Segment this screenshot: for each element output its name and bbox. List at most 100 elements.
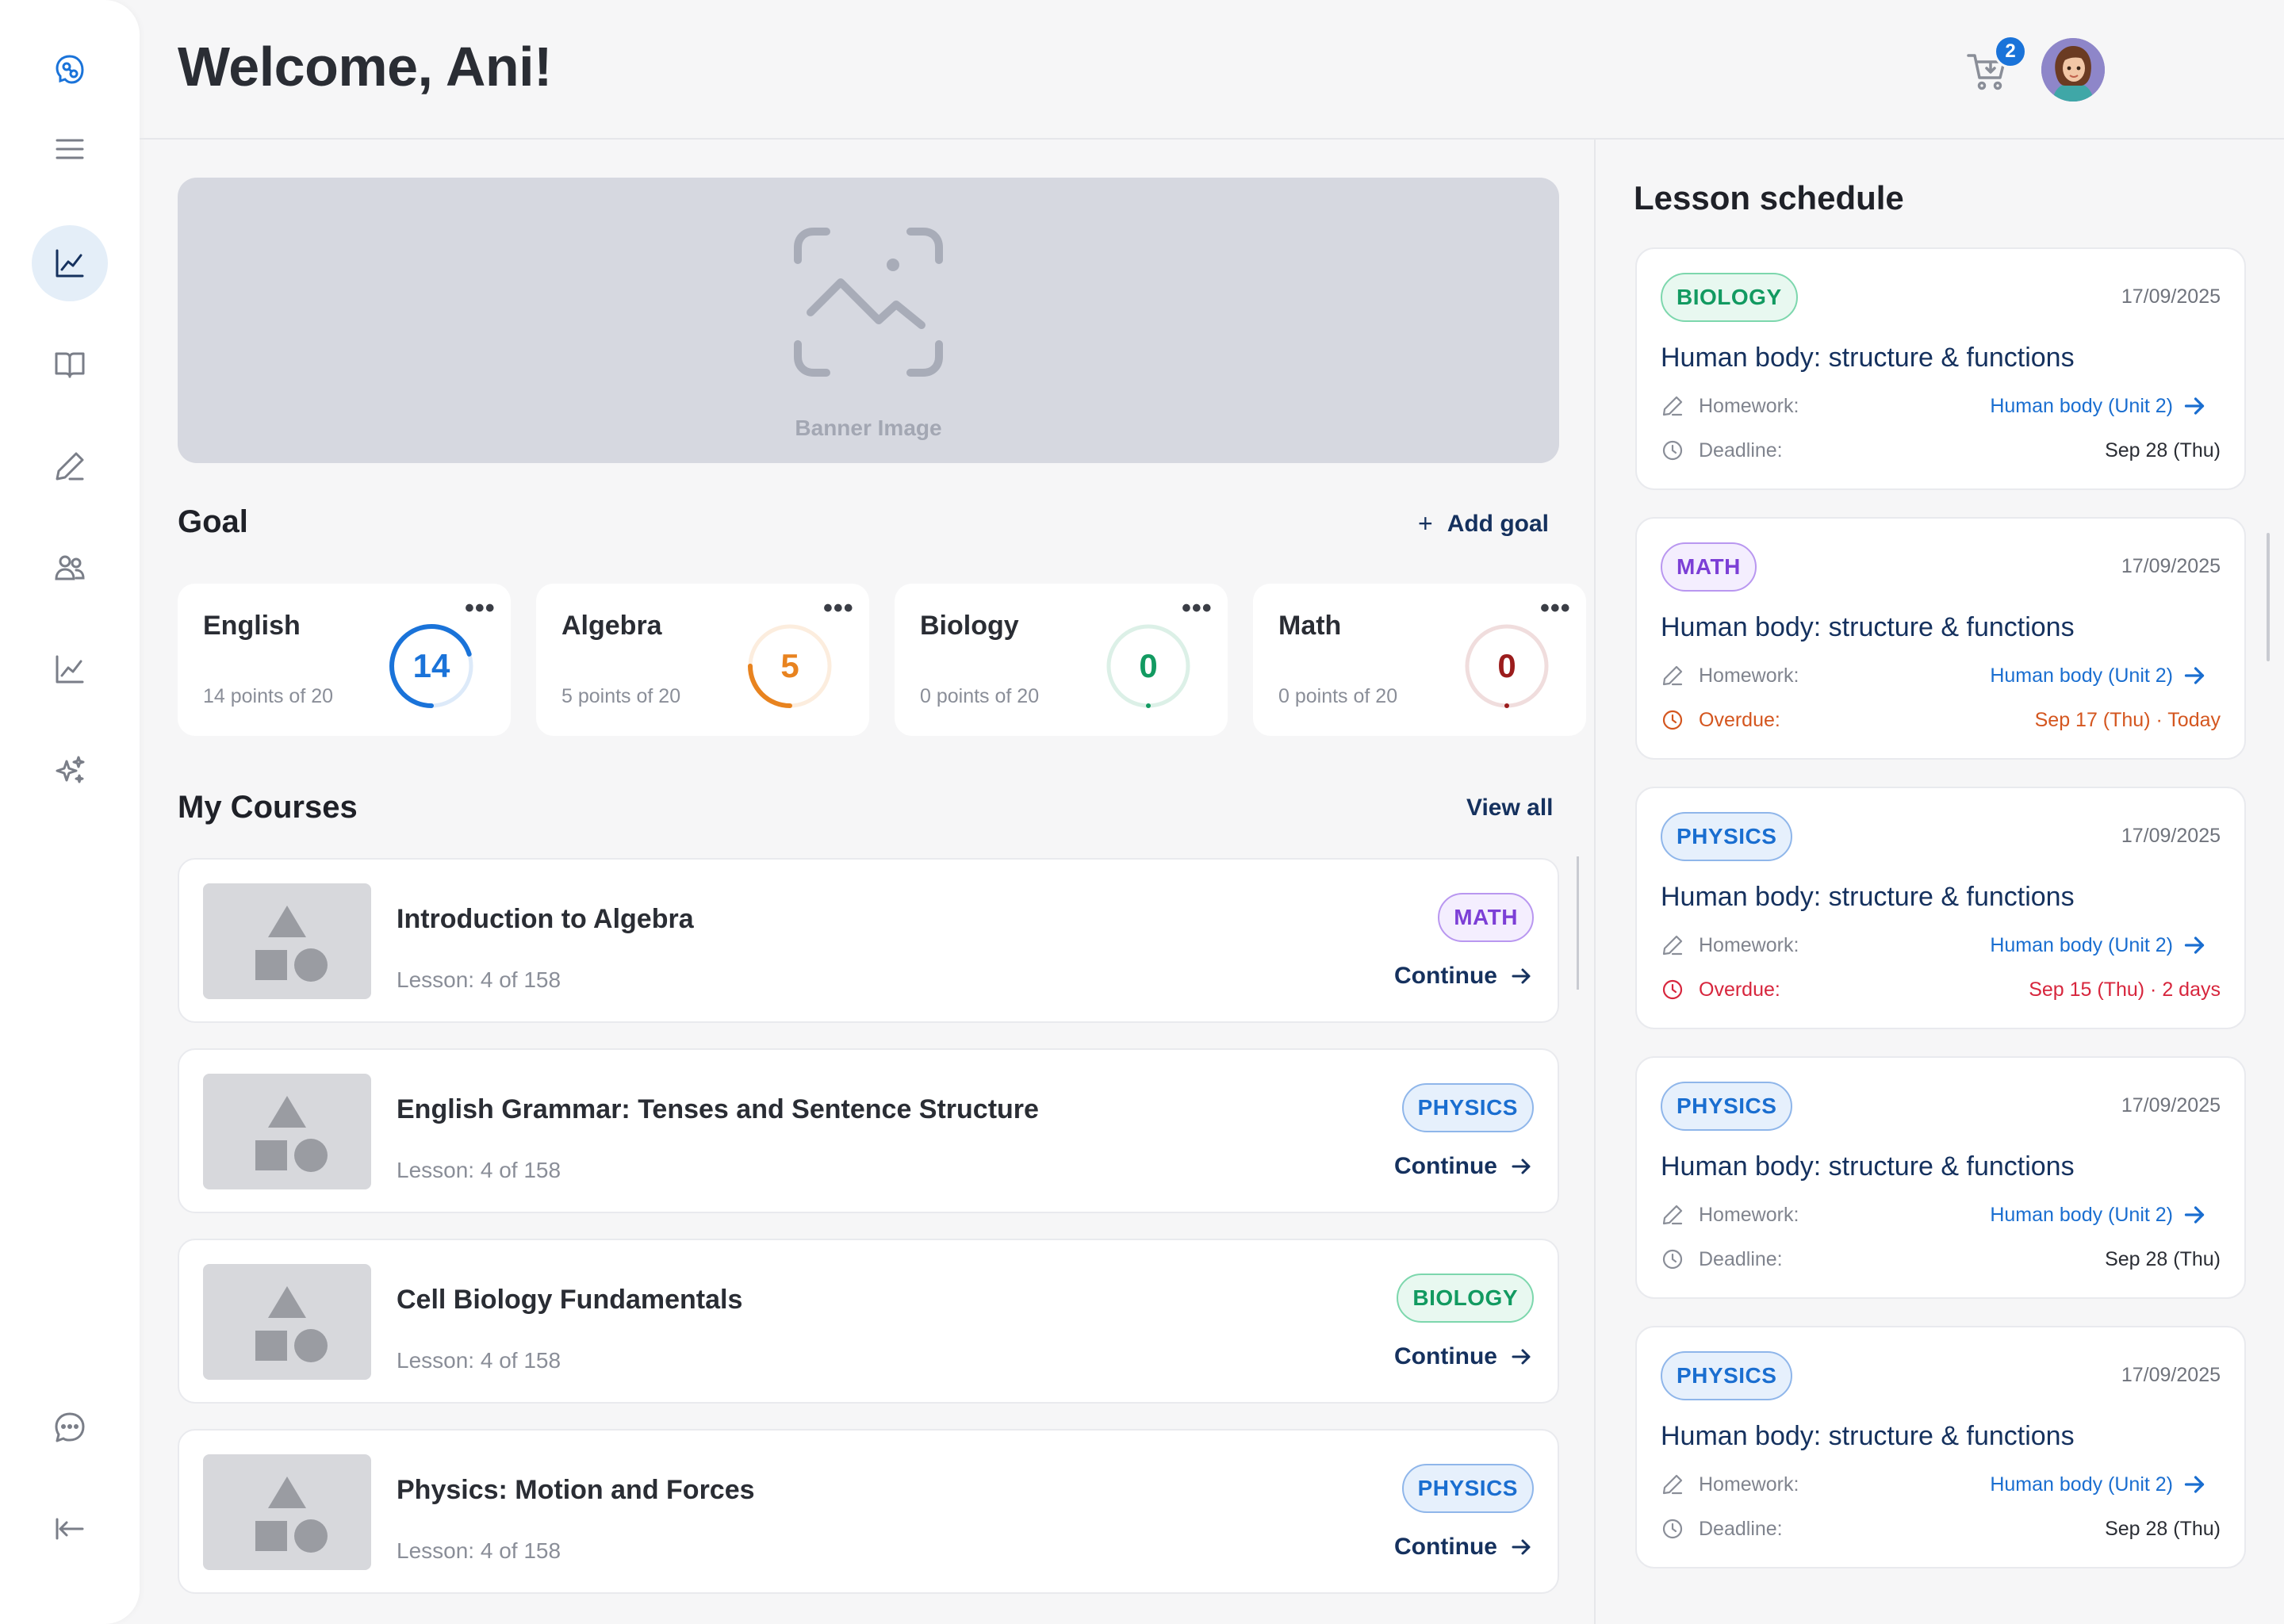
continue-button[interactable]: Continue: [1394, 1534, 1532, 1561]
course-title[interactable]: English Grammar: Tenses and Sentence Str…: [397, 1094, 1039, 1125]
arrow-right-icon: [2184, 397, 2205, 415]
banner-label: Banner Image: [795, 416, 942, 440]
pencil-icon: [1662, 396, 1683, 416]
course-lesson-progress: Lesson: 4 of 158: [397, 1158, 561, 1182]
collapse-icon[interactable]: [32, 1491, 108, 1567]
course-card[interactable]: English Grammar: Tenses and Sentence Str…: [178, 1048, 1559, 1213]
status-label: Overdue:: [1699, 978, 1780, 1001]
goal-name: Biology: [920, 611, 1019, 641]
goal-card[interactable]: Biology 0 points of 20 ••• 0: [895, 584, 1228, 736]
lesson-title[interactable]: Human body: structure & functions: [1661, 612, 2075, 643]
add-goal-button[interactable]: + Add goal: [1418, 509, 1549, 538]
continue-label: Continue: [1394, 1343, 1497, 1369]
logo-icon[interactable]: [32, 32, 108, 108]
course-title[interactable]: Introduction to Algebra: [397, 904, 694, 935]
courses-scrollbar[interactable]: [1577, 856, 1579, 990]
lesson-card[interactable]: PHYSICS 17/09/2025 Human body: structure &…: [1635, 787, 2246, 1029]
subject-tag: PHYSICS: [1401, 1464, 1534, 1513]
pencil-icon: [1662, 665, 1683, 686]
course-lesson-progress: Lesson: 4 of 158: [397, 1348, 561, 1373]
goal-card[interactable]: Math 0 points of 20 ••• 0: [1253, 584, 1586, 736]
chat-icon[interactable]: [32, 1389, 108, 1465]
pencil-icon[interactable]: [32, 428, 108, 504]
lesson-title[interactable]: Human body: structure & functions: [1661, 1151, 2075, 1182]
homework-link-text: Human body (Unit 2): [1990, 394, 2173, 417]
goal-card[interactable]: English 14 points of 20 ••• 14: [178, 584, 511, 736]
course-card[interactable]: Physics: Motion and Forces Lesson: 4 of 1…: [178, 1429, 1559, 1594]
course-thumbnail: [203, 1074, 371, 1189]
continue-button[interactable]: Continue: [1394, 1343, 1532, 1370]
homework-link-text: Human body (Unit 2): [1990, 1203, 2173, 1226]
course-card[interactable]: Cell Biology Fundamentals Lesson: 4 of 15…: [178, 1239, 1559, 1404]
goal-card[interactable]: Algebra 5 points of 20 ••• 5: [536, 584, 869, 736]
book-icon[interactable]: [32, 327, 108, 403]
course-title[interactable]: Cell Biology Fundamentals: [397, 1285, 742, 1316]
lesson-title[interactable]: Human body: structure & functions: [1661, 343, 2075, 373]
continue-button[interactable]: Continue: [1394, 963, 1532, 990]
courses-section-title: My Courses: [178, 790, 358, 825]
subject-tag: MATH: [1438, 893, 1534, 942]
more-options-icon[interactable]: •••: [1182, 593, 1213, 624]
homework-link[interactable]: Human body (Unit 2): [1990, 933, 2221, 957]
view-all-courses-link[interactable]: View all: [1466, 795, 1554, 822]
status-label: Deadline:: [1699, 439, 1783, 462]
goal-name: English: [203, 611, 301, 641]
avatar[interactable]: [2041, 38, 2105, 102]
homework-label: Homework:: [1699, 1473, 1799, 1496]
homework-row: Homework: Human body (Unit 2): [1661, 660, 2221, 691]
deadline-row: Deadline: Sep 28 (Thu): [1661, 1243, 2221, 1275]
lesson-title[interactable]: Human body: structure & functions: [1661, 1421, 2075, 1452]
shapes-icon: [255, 1477, 328, 1553]
arrow-right-icon: [2184, 936, 2205, 954]
course-card[interactable]: Introduction to Algebra Lesson: 4 of 158 M…: [178, 858, 1559, 1023]
shapes-icon: [255, 906, 328, 982]
clock-icon: [1662, 1249, 1683, 1270]
more-options-icon[interactable]: •••: [1540, 593, 1571, 624]
clock-icon: [1662, 979, 1683, 1000]
homework-link[interactable]: Human body (Unit 2): [1990, 1203, 2221, 1227]
continue-label: Continue: [1394, 1534, 1497, 1560]
lesson-card[interactable]: BIOLOGY 17/09/2025 Human body: structure &…: [1635, 247, 2246, 490]
pencil-icon: [1662, 935, 1683, 956]
lesson-title[interactable]: Human body: structure & functions: [1661, 882, 2075, 913]
goal-points-text: 0 points of 20: [1278, 685, 1398, 707]
lesson-date: 17/09/2025: [2121, 285, 2221, 308]
lesson-card[interactable]: MATH 17/09/2025 Human body: structure & fu…: [1635, 517, 2246, 760]
homework-link-text: Human body (Unit 2): [1990, 933, 2173, 956]
course-title[interactable]: Physics: Motion and Forces: [397, 1475, 755, 1506]
analytics-chart-icon[interactable]: [32, 631, 108, 707]
goal-value: 14: [412, 647, 450, 684]
pencil-icon: [1662, 1474, 1683, 1495]
clock-icon: [1662, 1519, 1683, 1539]
schedule-scrollbar[interactable]: [2267, 533, 2270, 661]
continue-button[interactable]: Continue: [1394, 1153, 1532, 1180]
homework-link[interactable]: Human body (Unit 2): [1990, 1473, 2221, 1496]
homework-label: Homework:: [1699, 1203, 1799, 1226]
course-thumbnail: [203, 1454, 371, 1570]
arrow-right-icon: [1512, 1159, 1531, 1174]
homework-link[interactable]: Human body (Unit 2): [1990, 394, 2221, 418]
goal-value: 0: [1497, 647, 1516, 684]
subject-tag: BIOLOGY: [1397, 1274, 1534, 1323]
more-options-icon[interactable]: •••: [823, 593, 854, 624]
plus-icon: +: [1418, 509, 1433, 538]
lesson-card[interactable]: PHYSICS 17/09/2025 Human body: structure &…: [1635, 1326, 2246, 1568]
shapes-icon: [255, 1286, 328, 1362]
status-value: Sep 28 (Thu): [2105, 439, 2221, 462]
homework-link[interactable]: Human body (Unit 2): [1990, 664, 2221, 688]
lesson-date: 17/09/2025: [2121, 555, 2221, 577]
homework-label: Homework:: [1699, 664, 1799, 687]
course-thumbnail: [203, 1264, 371, 1380]
arrow-right-icon: [2184, 1206, 2205, 1224]
subject-tag: PHYSICS: [1661, 812, 1793, 861]
deadline-row: Deadline: Sep 28 (Thu): [1661, 1513, 2221, 1545]
status-label: Deadline:: [1699, 1247, 1783, 1270]
dashboard-chart-icon[interactable]: [32, 225, 108, 301]
more-options-icon[interactable]: •••: [465, 593, 496, 624]
users-icon[interactable]: [32, 530, 108, 606]
lesson-card[interactable]: PHYSICS 17/09/2025 Human body: structure &…: [1635, 1056, 2246, 1299]
sparkles-icon[interactable]: [32, 733, 108, 809]
top-header: Welcome, Ani!: [140, 0, 2284, 140]
menu-icon[interactable]: [32, 111, 108, 187]
deadline-row: Overdue: Sep 15 (Thu) · 2 days: [1661, 974, 2221, 1005]
